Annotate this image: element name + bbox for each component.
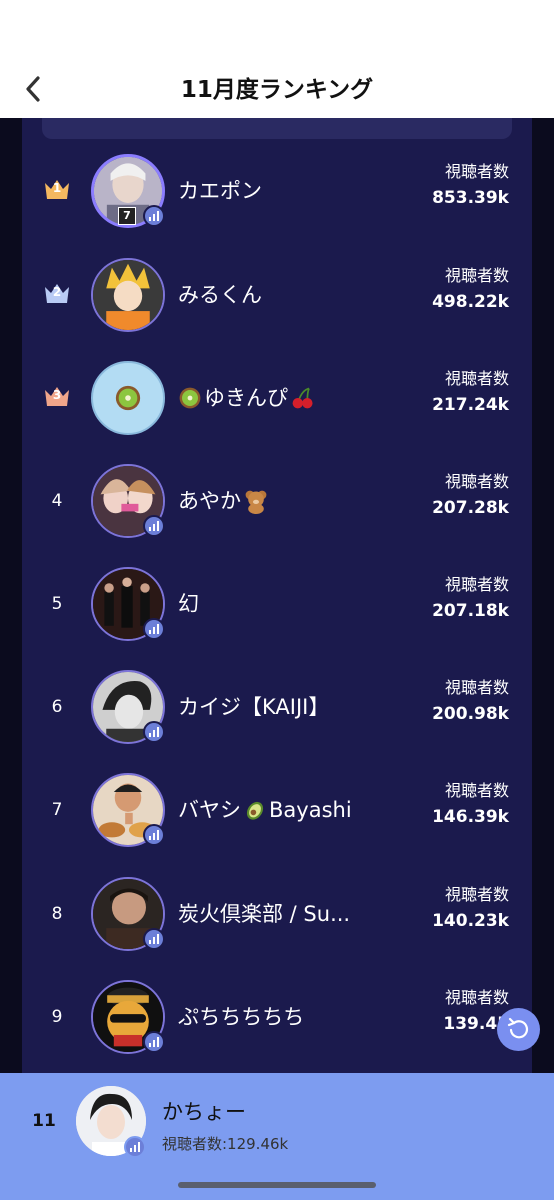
ranking-row-2[interactable]: 2 みるくん 視聴者数 498.22k xyxy=(0,258,554,362)
stat-value: 140.23k xyxy=(432,911,509,931)
ranking-row-5[interactable]: 5 幻 視聴者数 207.18k xyxy=(0,567,554,671)
my-name: かちょー xyxy=(162,1100,246,1124)
stat-label: 視聴者数 xyxy=(444,885,509,904)
stat-value: 853.39k xyxy=(432,188,509,208)
stat-value: 217.24k xyxy=(432,395,509,415)
streamer-name: バヤシ Bayashi xyxy=(178,798,352,822)
rank-number: 6 xyxy=(51,697,63,717)
bronze-crown-icon: 3 xyxy=(43,384,71,408)
rank-number: 4 xyxy=(51,491,63,511)
streamer-name: ゆきんぴ xyxy=(178,381,418,415)
refresh-icon xyxy=(507,1017,529,1039)
streamer-name: 炭火倶楽部 / Su... xyxy=(178,902,351,926)
signal-icon xyxy=(143,1031,165,1053)
rank-number: 5 xyxy=(51,594,63,614)
rank-number: 9 xyxy=(51,1007,63,1027)
ranking-row-7[interactable]: 7 バヤシ Bayashi 視聴者数 146.39k xyxy=(0,773,554,877)
stat-value: 146.39k xyxy=(432,807,509,827)
ranking-row-3[interactable]: 3 ゆきんぴ 視聴者数 217.24k xyxy=(0,361,554,465)
stat-label: 視聴者数 xyxy=(444,266,509,285)
signal-icon xyxy=(143,515,165,537)
refresh-button[interactable] xyxy=(497,1008,540,1051)
signal-icon xyxy=(143,618,165,640)
silver-crown-icon: 2 xyxy=(43,281,71,305)
signal-icon xyxy=(143,928,165,950)
kiwi-icon xyxy=(179,387,201,409)
stat-label: 視聴者数 xyxy=(444,575,509,594)
rank-number: 7 xyxy=(51,800,63,820)
ranking-row-1[interactable]: 1 7 カエポン 視聴者数 853.39k xyxy=(0,154,554,258)
streamer-name: みるくん xyxy=(178,283,262,307)
level-badge: 7 xyxy=(118,207,136,225)
avocado-icon xyxy=(246,801,264,820)
stat-label: 視聴者数 xyxy=(444,678,509,697)
rank-number: 8 xyxy=(51,904,63,924)
stat-label: 視聴者数 xyxy=(444,988,509,1007)
stat-value: 200.98k xyxy=(432,704,509,724)
streamer-name: カエポン xyxy=(178,179,262,203)
ranking-row-6[interactable]: 6 カイジ【KAIJI】 視聴者数 200.98k xyxy=(0,670,554,774)
signal-icon xyxy=(143,721,165,743)
kiwi-icon xyxy=(93,363,163,433)
signal-icon xyxy=(124,1136,146,1158)
stat-label: 視聴者数 xyxy=(444,369,509,388)
teddy-bear-icon xyxy=(245,490,267,514)
stat-label: 視聴者数 xyxy=(444,162,509,181)
signal-icon xyxy=(143,205,165,227)
my-rank-number: 11 xyxy=(32,1111,56,1131)
ranking-row-4[interactable]: 4 あやか 視聴者数 207.28k xyxy=(0,464,554,568)
stat-value: 207.28k xyxy=(432,498,509,518)
signal-icon xyxy=(143,824,165,846)
stat-label: 視聴者数 xyxy=(444,781,509,800)
ranking-row-8[interactable]: 8 炭火倶楽部 / Su... 視聴者数 140.23k xyxy=(0,877,554,981)
avatar[interactable] xyxy=(91,258,165,332)
streamer-name: ぷちちちちち xyxy=(178,1005,305,1029)
avatar[interactable] xyxy=(91,361,165,435)
streamer-name: 幻 xyxy=(178,592,199,616)
gold-crown-icon: 1 xyxy=(43,177,71,201)
home-indicator xyxy=(178,1182,376,1188)
stat-value: 207.18k xyxy=(432,601,509,621)
ranking-row-9[interactable]: 9 ぷちちちちち 視聴者数 139.45 xyxy=(0,980,554,1073)
cherry-icon xyxy=(292,387,313,409)
ranking-list[interactable]: 1 7 カエポン 視聴者数 853.39k 2 みるくん 視聴者数 498.22… xyxy=(0,0,554,1073)
streamer-name: あやか xyxy=(178,484,418,518)
my-stat: 視聴者数:129.46k xyxy=(162,1135,289,1153)
stat-label: 視聴者数 xyxy=(444,472,509,491)
my-ranking-bar[interactable]: 11 かちょー 視聴者数:129.46k xyxy=(0,1073,554,1200)
stat-value: 498.22k xyxy=(432,292,509,312)
streamer-name: カイジ【KAIJI】 xyxy=(178,695,330,719)
